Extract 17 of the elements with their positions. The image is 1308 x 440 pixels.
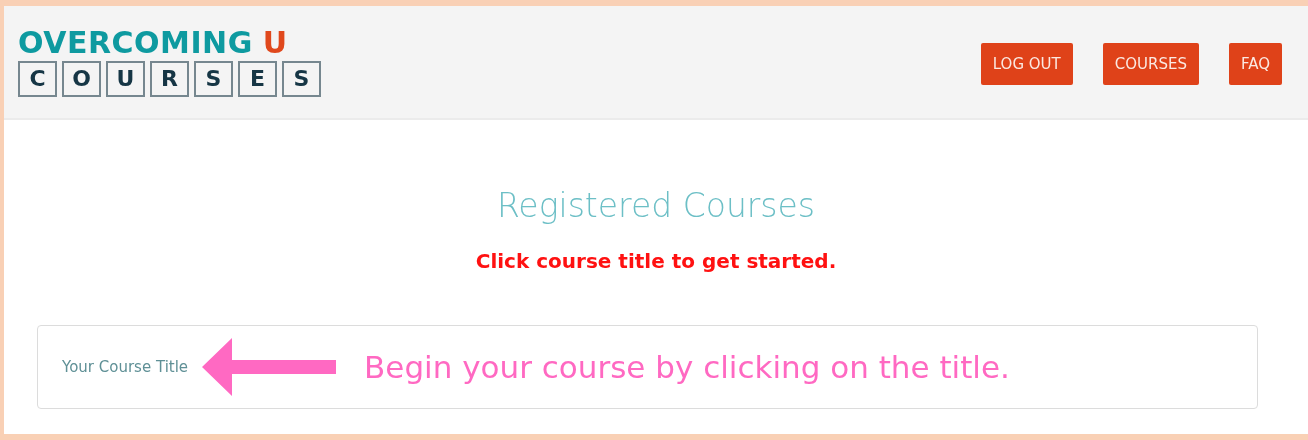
instruction-text: Click course title to get started. (475, 249, 837, 273)
hint-text: Begin your course by clicking on the title. (364, 349, 1010, 385)
course-title-link[interactable]: Your Course Title (62, 358, 189, 376)
logo-letter-tile: S (194, 60, 233, 97)
logo-letter-tile: R (150, 60, 189, 97)
nav-button[interactable]: LOG OUT (980, 43, 1073, 85)
logo-letter-tile: O (62, 60, 101, 97)
nav-button[interactable]: COURSES (1102, 43, 1199, 85)
logo-letter-tile: U (106, 60, 145, 97)
logo-letter-tile: C (18, 60, 57, 97)
left-arrow-icon (202, 338, 337, 396)
logo-letter: U (262, 27, 288, 58)
logo-letter-tile: E (238, 60, 277, 97)
page-heading: Registered Courses (496, 186, 816, 225)
nav-button[interactable]: FAQ (1228, 43, 1282, 85)
logo-letter-tile: S (282, 60, 321, 97)
logo-word: OVERCOMING (18, 27, 253, 58)
